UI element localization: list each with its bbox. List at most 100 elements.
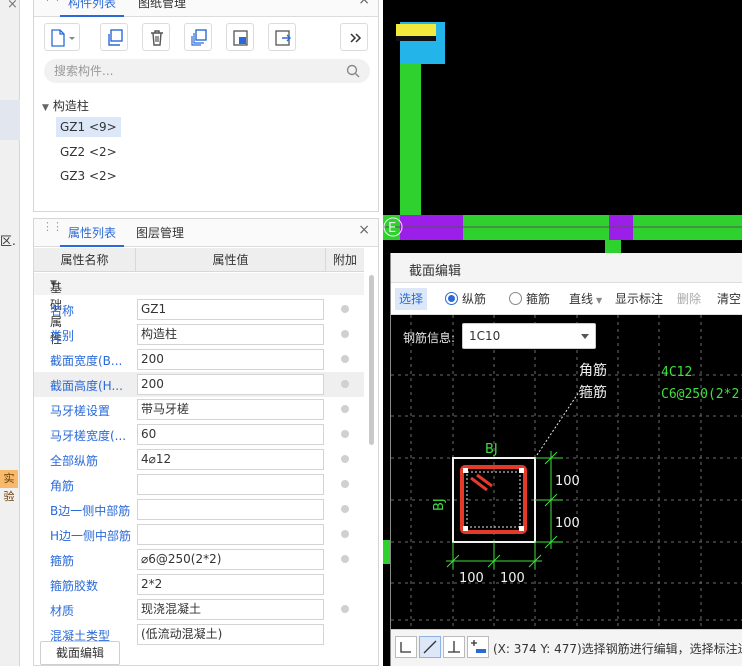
bj-label-left[interactable]: BJ — [432, 498, 447, 511]
copy-to-floor-button[interactable] — [184, 23, 212, 51]
select-tool-button[interactable]: 选择 — [395, 288, 428, 310]
cad-wall-vertical — [400, 64, 421, 224]
vertical-scrollbar[interactable] — [369, 275, 374, 445]
property-name: 截面宽度(B... — [50, 354, 123, 368]
property-value-field[interactable]: 200 — [137, 349, 324, 370]
property-extra-checkbox[interactable] — [341, 305, 349, 313]
property-row[interactable]: 马牙槎宽度(... 60 — [34, 422, 364, 447]
property-value-field[interactable]: 4⌀12 — [137, 449, 324, 470]
property-extra-checkbox[interactable] — [341, 530, 349, 538]
dim-right-2[interactable]: 100 — [555, 516, 580, 531]
bj-label-top[interactable]: BJ — [485, 442, 498, 457]
property-value-field[interactable]: ⌀6@250(2*2) — [137, 549, 324, 570]
property-row[interactable]: 名称 GZ1 — [34, 297, 364, 322]
property-extra-checkbox[interactable] — [341, 405, 349, 413]
radio-longitudinal[interactable]: 纵筋 — [445, 289, 486, 309]
component-item-gz2[interactable]: GZ2 <2> — [56, 142, 121, 162]
section-canvas[interactable]: 角筋 箍筋 4C12 C6@250(2*2) BJ BJ 100 100 100… — [391, 315, 742, 629]
property-row[interactable]: 截面宽度(B... 200 — [34, 347, 364, 372]
search-icon[interactable] — [346, 64, 360, 78]
property-name: H边一侧中部筋 — [50, 529, 132, 543]
chevron-down-icon — [581, 334, 589, 339]
dim-right-1[interactable]: 100 — [555, 474, 580, 489]
delete-button[interactable]: 删除 — [677, 289, 701, 309]
property-panel-tabs: ⋮⋮ 属性列表 图层管理 × — [34, 219, 378, 247]
perpendicular-snap-button[interactable] — [443, 636, 465, 658]
property-extra-checkbox[interactable] — [341, 380, 349, 388]
more-button[interactable] — [340, 23, 368, 51]
property-value-field[interactable]: 2*2 — [137, 574, 324, 595]
left-strip-selected-item[interactable] — [0, 100, 20, 140]
rebar-info-select[interactable]: 1C10 — [462, 323, 596, 349]
property-value-field[interactable]: 带马牙槎 — [137, 399, 324, 420]
add-dimension-button[interactable] — [467, 636, 489, 658]
property-value-field[interactable] — [137, 474, 324, 495]
property-extra-checkbox[interactable] — [341, 555, 349, 563]
tab-property-list[interactable]: 属性列表 — [60, 219, 125, 247]
copy-component-button[interactable] — [100, 23, 128, 51]
property-grid-header: 属性名称 属性值 附加 — [34, 248, 364, 272]
orthogonal-snap-button[interactable] — [395, 636, 417, 658]
property-row[interactable]: 马牙槎设置 带马牙槎 — [34, 397, 364, 422]
chevron-down-icon: ▼ — [596, 296, 603, 305]
property-value-field[interactable]: 60 — [137, 424, 324, 445]
property-value-field[interactable]: GZ1 — [137, 299, 324, 320]
show-label-button[interactable]: 显示标注 — [615, 289, 663, 309]
property-value-field[interactable]: 现浇混凝土 — [137, 599, 324, 620]
property-extra-checkbox[interactable] — [341, 480, 349, 488]
property-group-basic[interactable]: ▼ 基础属性 — [34, 273, 364, 346]
property-extra-checkbox[interactable] — [341, 605, 349, 613]
line-tool-dropdown[interactable]: 直线 ▼ — [569, 289, 602, 311]
close-icon[interactable]: × — [7, 0, 18, 12]
drag-handle-icon[interactable]: ⋮⋮ — [42, 221, 63, 232]
leader-line — [536, 388, 582, 456]
property-row[interactable]: 角筋 — [34, 472, 364, 497]
property-extra-checkbox[interactable] — [341, 430, 349, 438]
section-edit-button[interactable]: 截面编辑 — [40, 641, 120, 665]
property-value-field[interactable]: 200 — [137, 374, 324, 395]
new-component-button[interactable] — [44, 23, 80, 51]
property-row[interactable]: H边一侧中部筋 — [34, 522, 364, 547]
perpendicular-icon — [448, 641, 460, 653]
caret-down-icon[interactable]: ▼ — [42, 103, 49, 113]
property-row[interactable]: 截面高度(H... 200 — [34, 372, 364, 397]
dim-bottom-2[interactable]: 100 — [500, 571, 525, 586]
property-row[interactable]: 全部纵筋 4⌀12 — [34, 447, 364, 472]
property-row[interactable]: B边一侧中部筋 — [34, 497, 364, 522]
delete-component-button[interactable] — [142, 23, 170, 51]
left-strip-partial-label: 区. — [0, 234, 16, 248]
tree-group-structural-column[interactable]: ▼ 构造柱 — [42, 97, 89, 114]
line-snap-button[interactable] — [419, 636, 441, 658]
close-icon[interactable]: × — [358, 222, 370, 238]
dim-bottom-1[interactable]: 100 — [459, 571, 484, 586]
property-value-field[interactable] — [137, 524, 324, 545]
property-row[interactable]: 类别 构造柱 — [34, 322, 364, 347]
stirrup-value[interactable]: C6@250(2*2) — [661, 387, 742, 402]
import-component-button[interactable] — [226, 23, 254, 51]
radio-stirrup[interactable]: 箍筋 — [509, 289, 550, 309]
corner-rebar-value[interactable]: 4C12 — [661, 365, 692, 380]
corner-rebar-bl — [463, 526, 468, 531]
property-row[interactable]: 箍筋胶数 2*2 — [34, 572, 364, 597]
section-statusbar: (X: 374 Y: 477)选择钢筋进行编辑，选择标注进 — [391, 629, 742, 666]
property-value-field[interactable] — [137, 499, 324, 520]
component-item-gz1[interactable]: GZ1 <9> — [56, 117, 121, 137]
property-extra-checkbox[interactable] — [341, 505, 349, 513]
tab-component-list[interactable]: 构件列表 — [60, 0, 125, 17]
clear-button[interactable]: 清空 — [717, 289, 741, 309]
property-value-field[interactable]: (低流动混凝土) — [137, 624, 324, 645]
property-extra-checkbox[interactable] — [341, 455, 349, 463]
tab-drawing-management[interactable]: 图纸管理 — [130, 0, 194, 17]
property-extra-checkbox[interactable] — [341, 330, 349, 338]
cad-block-yellow — [396, 24, 436, 36]
property-row[interactable]: 箍筋 ⌀6@250(2*2) — [34, 547, 364, 572]
component-item-gz3[interactable]: GZ3 <2> — [56, 166, 121, 186]
export-component-button[interactable] — [268, 23, 296, 51]
stirrup-hook — [470, 473, 493, 492]
search-input[interactable] — [54, 59, 334, 83]
close-icon[interactable]: × — [358, 0, 370, 8]
property-row[interactable]: 材质 现浇混凝土 — [34, 597, 364, 622]
property-extra-checkbox[interactable] — [341, 355, 349, 363]
property-value-field[interactable]: 构造柱 — [137, 324, 324, 345]
tab-layer-management[interactable]: 图层管理 — [128, 219, 192, 247]
